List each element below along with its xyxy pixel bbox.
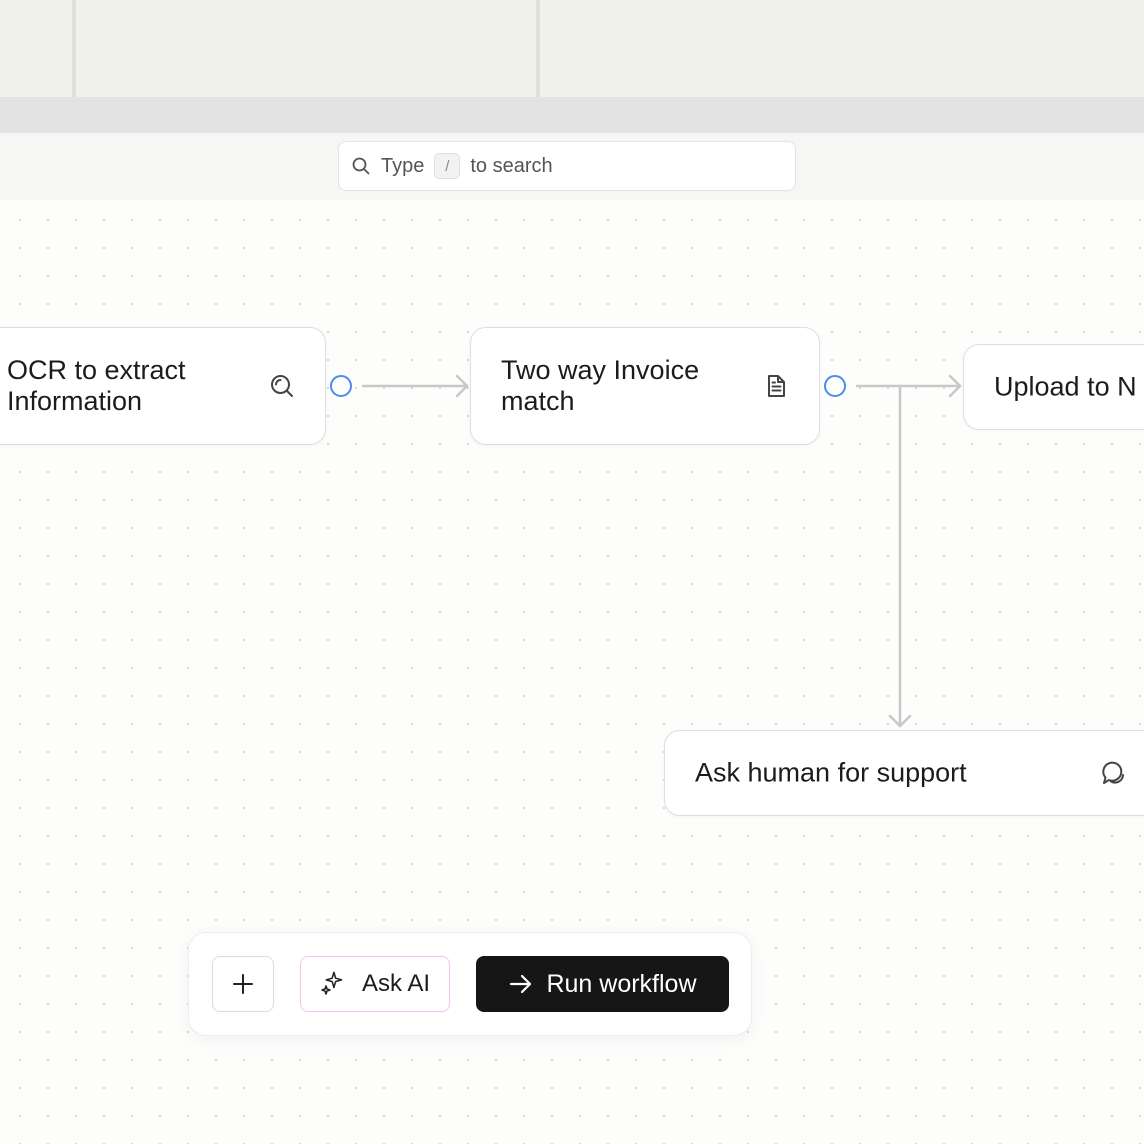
bottom-toolbar: Ask AI Run workflow [188,932,752,1036]
document-icon [768,375,785,397]
search-prefix-text: Type [381,154,425,177]
node-ask-human[interactable]: Ask human for support [664,730,1144,816]
node-label: OCR to extract Information [7,355,186,416]
top-panel-column [536,0,1144,97]
panel-divider-band [0,97,1144,133]
search-icon [352,157,370,175]
node-invoice-match[interactable]: Two way Invoice match [470,327,820,445]
node-output-port[interactable] [330,375,352,397]
run-workflow-button[interactable]: Run workflow [476,956,729,1012]
node-label: Upload to N [994,371,1137,402]
plus-icon [233,974,253,994]
node-upload[interactable]: Upload to N [963,344,1144,430]
node-ocr-extract[interactable]: OCR to extract Information [0,327,326,445]
node-output-port[interactable] [824,375,846,397]
search-input[interactable]: Type / to search [338,141,796,191]
sparkles-icon [321,971,343,995]
node-label: Ask human for support [695,757,967,788]
search-suffix-text: to search [470,154,553,177]
scan-search-icon [271,375,293,397]
run-workflow-label: Run workflow [546,969,697,998]
chat-bubble-icon [1102,761,1124,784]
top-panel-column [72,0,538,97]
arrow-right-icon [510,974,532,994]
top-panel-area [0,0,1144,99]
add-node-button[interactable] [212,956,274,1012]
node-label: Two way Invoice match [501,355,700,416]
ask-ai-label: Ask AI [361,970,431,997]
workflow-editor: Type / to search OCR to extract Informat… [0,0,1144,1144]
ask-ai-button[interactable]: Ask AI [300,956,450,1012]
search-shortcut-key: / [434,153,461,179]
